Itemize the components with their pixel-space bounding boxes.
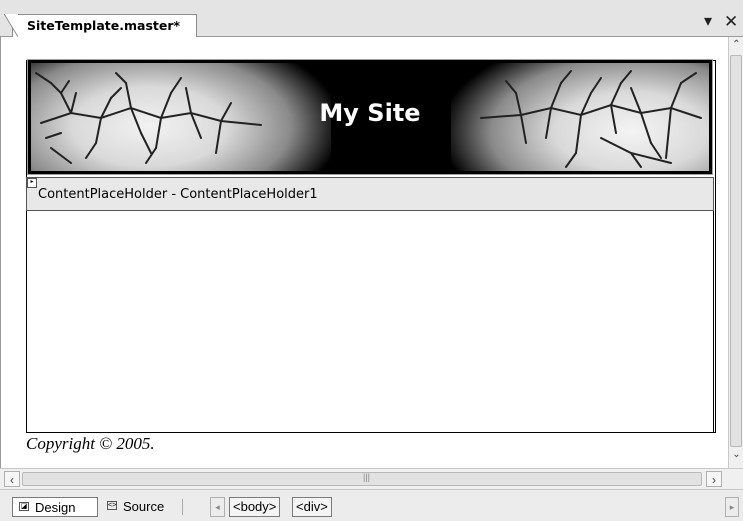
source-view-button[interactable]: <> Source — [101, 497, 177, 517]
scroll-up-icon[interactable]: ⌃ — [730, 39, 743, 55]
site-title: My Site — [319, 99, 421, 127]
divider — [182, 499, 183, 515]
close-icon[interactable]: ✕ — [724, 13, 738, 30]
header-frame[interactable]: My Site — [27, 59, 713, 175]
content-placeholder-region[interactable] — [26, 211, 714, 433]
content-placeholder-header[interactable]: ▸ ContentPlaceHolder - ContentPlaceHolde… — [26, 177, 714, 211]
source-view-label: Source — [123, 499, 165, 514]
horizontal-scrollbar[interactable]: ‹ ||| › — [0, 468, 743, 490]
vertical-scrollbar[interactable]: ⌃ ⌄ — [728, 37, 743, 468]
scroll-right-icon[interactable]: › — [706, 471, 722, 487]
copyright-text[interactable]: Copyright © 2005. — [26, 434, 155, 454]
tag-nav-left-icon[interactable]: ◂ — [210, 497, 225, 517]
scroll-left-icon[interactable]: ‹ — [4, 471, 20, 487]
document-tab-label: SiteTemplate.master* — [27, 18, 181, 33]
tag-nav-right-icon[interactable]: ▸ — [725, 497, 739, 517]
design-view-icon: ◪ — [19, 502, 29, 511]
document-tab[interactable]: SiteTemplate.master* — [4, 14, 197, 37]
smart-tag-icon[interactable]: ▸ — [27, 178, 37, 188]
horizontal-scroll-thumb[interactable]: ||| — [22, 472, 702, 486]
design-view-label: Design — [35, 500, 76, 515]
content-placeholder-label: ContentPlaceHolder - ContentPlaceHolder1 — [38, 187, 318, 202]
site-banner-image: My Site — [31, 63, 709, 171]
design-view-button[interactable]: ◪ Design — [12, 497, 98, 517]
source-view-icon: <> — [107, 501, 117, 510]
view-bar: ◪ Design <> Source ◂ <body> <div> ▸ — [0, 490, 743, 521]
vertical-scroll-thumb[interactable] — [730, 55, 742, 447]
tag-div-button[interactable]: <div> — [292, 497, 332, 517]
document-tab-strip: SiteTemplate.master* ▾ ✕ — [0, 0, 743, 37]
window-menu-icon[interactable]: ▾ — [704, 14, 712, 30]
tag-body-button[interactable]: <body> — [229, 497, 281, 517]
scroll-down-icon[interactable]: ⌄ — [730, 449, 743, 465]
